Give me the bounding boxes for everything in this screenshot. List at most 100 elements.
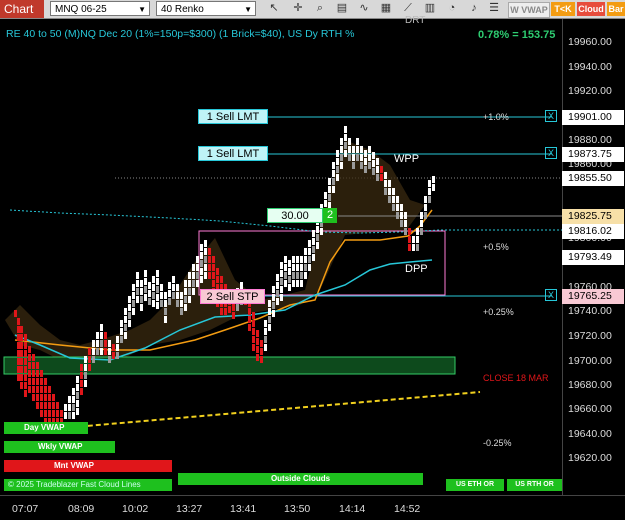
renko-brick	[328, 178, 331, 185]
instrument-value: MNQ 06-25	[55, 4, 107, 15]
renko-brick	[172, 292, 175, 299]
renko-brick	[184, 296, 187, 303]
renko-brick	[388, 180, 391, 187]
settings-icon[interactable]: ☰	[486, 1, 502, 16]
renko-brick	[76, 392, 79, 399]
price-label: 19700.00	[568, 355, 612, 367]
renko-brick	[17, 342, 20, 349]
strategy-icon[interactable]: ▦	[378, 1, 394, 16]
renko-brick	[20, 342, 23, 349]
renko-brick	[156, 286, 159, 293]
renko-brick	[408, 236, 411, 243]
sell-limit-order-1[interactable]: 1 Sell LMT	[198, 109, 268, 124]
renko-brick	[124, 332, 127, 339]
renko-brick	[204, 248, 207, 255]
renko-brick	[76, 400, 79, 407]
zoom-icon[interactable]: ⌕	[312, 1, 328, 16]
chevron-down-icon: ▼	[244, 5, 252, 14]
bell-icon[interactable]: ♪	[466, 1, 482, 16]
renko-brick	[120, 320, 123, 327]
renko-brick	[152, 300, 155, 307]
renko-brick	[280, 270, 283, 277]
renko-brick	[412, 236, 415, 243]
renko-brick	[300, 264, 303, 271]
renko-brick	[96, 340, 99, 347]
renko-brick	[252, 344, 255, 351]
renko-brick	[268, 324, 271, 331]
renko-brick	[256, 338, 259, 345]
bar-button[interactable]: Bar	[607, 2, 625, 16]
renko-brick	[192, 272, 195, 279]
sell-stop-order[interactable]: 2 Sell STP	[200, 289, 265, 304]
pointer-icon[interactable]: ↖	[266, 1, 282, 16]
renko-brick	[312, 246, 315, 253]
price-tag-limit-2: 19873.75	[562, 147, 624, 162]
renko-brick	[196, 280, 199, 287]
renko-brick	[156, 302, 159, 309]
change-readout: 0.78% = 153.75	[478, 29, 556, 41]
renko-brick	[40, 370, 43, 377]
instrument-selector[interactable]: MNQ 06-25 ▼	[50, 1, 150, 16]
properties-icon[interactable]: ▤	[334, 1, 350, 16]
renko-brick	[300, 256, 303, 263]
renko-brick	[408, 228, 411, 235]
renko-brick	[340, 138, 343, 145]
renko-brick	[120, 336, 123, 343]
renko-brick	[332, 162, 335, 169]
renko-brick	[324, 200, 327, 207]
close-order-icon[interactable]: X	[545, 289, 557, 301]
indicators-icon[interactable]: ∿	[356, 1, 372, 16]
price-label: 19660.00	[568, 403, 612, 415]
bar-type-selector[interactable]: 40 Renko ▼	[156, 1, 256, 16]
gauge-icon[interactable]: ◔	[444, 1, 460, 16]
close-order-icon[interactable]: X	[545, 110, 557, 122]
w-vwap-button[interactable]: W VWAP	[508, 2, 550, 18]
renko-brick	[272, 294, 275, 301]
renko-brick	[136, 288, 139, 295]
chart-tab[interactable]: Chart	[0, 0, 44, 18]
renko-brick	[112, 352, 115, 359]
renko-brick	[280, 294, 283, 301]
renko-brick	[216, 276, 219, 283]
drawing-line-icon[interactable]: ⟋	[400, 1, 416, 16]
crosshair-icon[interactable]: ✛	[290, 1, 306, 16]
chart-trader-icon[interactable]: ▥	[422, 1, 438, 16]
wpp-label: WPP	[394, 153, 420, 165]
renko-brick	[252, 328, 255, 335]
renko-brick	[172, 284, 175, 291]
renko-brick	[308, 256, 311, 263]
tk-button[interactable]: T<K	[551, 2, 575, 16]
chart-plot-area[interactable]: RE 40 to 50 (M)NQ Dec 20 (1%=150p=$300) …	[0, 15, 562, 495]
position-price[interactable]: 30.00	[267, 208, 323, 223]
renko-brick	[132, 292, 135, 299]
renko-brick	[192, 280, 195, 287]
position-quantity[interactable]: 2	[323, 208, 337, 223]
renko-brick	[96, 348, 99, 355]
renko-brick	[80, 388, 83, 395]
renko-brick	[112, 344, 115, 351]
renko-brick	[68, 412, 71, 419]
renko-brick	[104, 348, 107, 355]
renko-brick	[224, 308, 227, 315]
renko-brick	[300, 272, 303, 279]
renko-brick	[416, 244, 419, 251]
sell-limit-order-2[interactable]: 1 Sell LMT	[198, 146, 268, 161]
renko-brick	[328, 186, 331, 193]
renko-brick	[272, 310, 275, 317]
renko-brick	[156, 270, 159, 277]
renko-brick	[17, 318, 20, 325]
close-order-icon[interactable]: X	[545, 147, 557, 159]
renko-brick	[268, 308, 271, 315]
renko-brick	[316, 242, 319, 249]
price-label: 19960.00	[568, 36, 612, 48]
renko-brick	[168, 282, 171, 289]
renko-brick	[248, 308, 251, 315]
renko-brick	[424, 212, 427, 219]
renko-brick	[72, 404, 75, 411]
renko-brick	[140, 304, 143, 311]
renko-brick	[432, 176, 435, 183]
renko-brick	[404, 212, 407, 219]
cloud-button[interactable]: Cloud	[577, 2, 605, 16]
price-tag-last: 19855.50	[562, 171, 624, 186]
renko-brick	[24, 382, 27, 389]
